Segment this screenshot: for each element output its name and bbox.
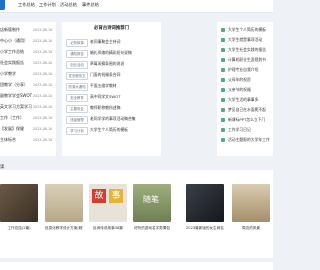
left-article-list: 店新版制作 2023-08-10 中心小（通用） 2023-08-10 小学工作总结… xyxy=(0,22,56,156)
nav-item-activity-summary[interactable]: 活动总结 xyxy=(60,2,77,8)
card-thumb-char: 故 xyxy=(92,189,106,203)
category-tag[interactable]: 创业活动 xyxy=(66,60,88,69)
document-icon xyxy=(221,127,225,132)
document-icon xyxy=(221,137,225,142)
list-item[interactable]: 大学生个人简历的模板 xyxy=(221,25,271,35)
card-thumb-char: 事 xyxy=(109,189,123,203)
list-item[interactable]: 计算机职业生涯规划书 xyxy=(221,55,271,65)
category-tag[interactable]: 记背故事 xyxy=(66,38,88,47)
document-icon xyxy=(221,87,225,92)
list-item[interactable]: 团教学（分享） 2023-08-10 xyxy=(0,80,55,90)
panel-title: 必背古诗词推荐门 xyxy=(93,26,130,31)
list-item[interactable]: 社会实践报告 2023-08-10 xyxy=(0,58,55,68)
featured-card[interactable]: 信息化教学设计方案(精选) xyxy=(45,184,83,231)
list-item[interactable]: 英文学习方案学习 2023-08-10 xyxy=(0,102,55,112)
list-item[interactable]: 梦见自己在水面爬不起 xyxy=(221,105,271,115)
list-item[interactable]: 创业活动 草莓采摘条围的说说 xyxy=(66,59,158,69)
list-item[interactable]: 新课标PPT怎么立下门 xyxy=(221,115,271,125)
category-tag[interactable]: 通知报告 xyxy=(66,49,88,58)
list-item[interactable]: 【发展】保健 2023-08-10 xyxy=(0,124,55,134)
list-item[interactable]: 安全教育 高中同学文SWOT xyxy=(66,92,158,102)
list-item[interactable]: 班级管理 老同学学的事项活动稿合集 xyxy=(66,114,158,124)
list-item[interactable]: 学习计划 大学生个人简历的模板 xyxy=(66,125,158,135)
category-tag[interactable]: 防溺水通知 xyxy=(66,82,88,91)
list-item[interactable]: 小学教学 2023-08-10 xyxy=(0,69,55,79)
category-tag[interactable]: 班级管理 xyxy=(66,115,88,124)
list-item[interactable]: 活动主题报的大学年工作 xyxy=(221,135,271,145)
document-icon xyxy=(221,57,225,62)
document-icon xyxy=(221,77,225,82)
list-item[interactable]: 防溺水通知 平面五维学教材 xyxy=(66,81,158,91)
card-thumbnail xyxy=(0,184,38,222)
list-item[interactable]: 父亲节的祝福 xyxy=(221,85,271,95)
featured-card[interactable]: 故 事 民间传说故事38篇 xyxy=(89,184,127,231)
bottom-section xyxy=(0,262,273,270)
list-item[interactable]: 主题班会 教师职称教科述稿 xyxy=(66,103,158,113)
list-item[interactable]: 主体标合 2023-08-10 xyxy=(0,135,55,145)
top-nav-bar: 工作总结 工作计划 活动总结 事件总结 xyxy=(0,0,273,13)
document-icon xyxy=(221,37,225,42)
list-item[interactable]: 发言稿范文 门面的祝福条合同 xyxy=(66,70,158,80)
nav-item-work-summary[interactable]: 工作总结 xyxy=(18,2,35,8)
list-item[interactable]: 护理专业自我介绍 xyxy=(221,65,271,75)
document-icon xyxy=(221,27,225,32)
list-item[interactable]: 父母年的祝愿 xyxy=(221,75,271,85)
category-tag[interactable]: 学习计划 xyxy=(66,126,88,135)
document-icon xyxy=(221,117,225,122)
list-item[interactable]: 工作（工作） 2023-08-10 xyxy=(0,113,55,123)
document-icon xyxy=(221,97,225,102)
featured-card[interactable]: 2023最新版的女生网名500 xyxy=(186,184,224,231)
nav-item-work-plan[interactable]: 工作计划 xyxy=(39,2,56,8)
card-thumbnail xyxy=(45,184,83,222)
card-thumbnail xyxy=(232,184,270,222)
list-item[interactable]: 通知报告 婚礼伴娘的精彩短句说稿 xyxy=(66,48,158,58)
list-item[interactable]: 大学生活的事事多 xyxy=(221,95,271,105)
list-item[interactable]: 记背故事 老同事聚会主持词 xyxy=(66,37,158,47)
featured-card[interactable]: 随笔 好听的游戏名字男情侣 xyxy=(133,184,171,231)
featured-card[interactable]: 工作总结(2篇) xyxy=(0,184,38,231)
list-item[interactable]: 大学生社会实践的报告 xyxy=(221,45,271,55)
featured-grid: 读 工作总结(2篇) 信息化教学设计方案(精选) 故 事 民间传说故事38篇 随… xyxy=(0,165,273,258)
list-item[interactable]: 店新版制作 2023-08-10 xyxy=(0,25,55,35)
card-thumbnail xyxy=(186,184,224,222)
document-icon xyxy=(221,67,225,72)
card-thumbnail: 随笔 xyxy=(133,184,171,222)
category-tag[interactable]: 安全教育 xyxy=(66,93,88,102)
category-tag[interactable]: 主题班会 xyxy=(66,104,88,113)
document-icon xyxy=(221,47,225,52)
category-tag[interactable]: 发言稿范文 xyxy=(66,71,88,80)
nav-item-event-summary[interactable]: 事件总结 xyxy=(82,2,99,8)
list-item[interactable]: 副教学学会SWOT 2023-08-10 xyxy=(0,91,55,101)
card-thumbnail: 故 事 xyxy=(89,184,127,222)
list-item[interactable]: 小学工作总结 2023-08-10 xyxy=(0,47,55,57)
card-thumb-char: 随笔 xyxy=(143,195,159,204)
document-icon xyxy=(221,107,225,112)
list-item[interactable]: 中心小（通用） 2023-08-10 xyxy=(0,36,55,46)
site-logo[interactable] xyxy=(0,0,5,10)
featured-card[interactable]: 周边的风景 xyxy=(232,184,270,231)
list-item[interactable]: 工作学习日记 xyxy=(221,125,271,135)
list-item[interactable]: 大学生就是事项活动 xyxy=(221,35,271,45)
right-article-list: 大学生个人简历的模板 大学生就是事项活动 大学生社会实践的报告 计算机职业生涯规… xyxy=(217,22,273,156)
recommended-panel: 必背古诗词推荐门 记背故事 老同事聚会主持词 通知报告 婚礼伴娘的精彩短句说稿 创业… xyxy=(62,22,161,156)
section-label: 读 xyxy=(0,165,5,170)
